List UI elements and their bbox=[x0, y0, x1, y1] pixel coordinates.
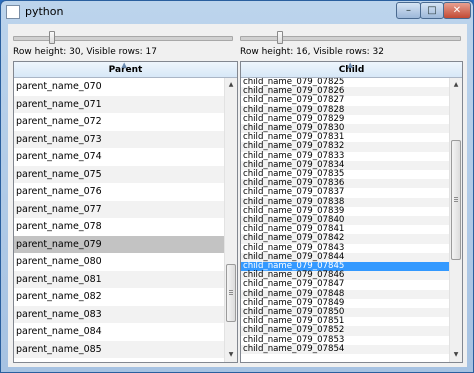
left-info-label: Row height: 30, Visible rows: 17 bbox=[13, 47, 157, 57]
parent-row[interactable]: parent_name_072 bbox=[14, 113, 224, 131]
scroll-down-arrow-icon[interactable]: ▼ bbox=[225, 349, 237, 361]
right-info-label: Row height: 16, Visible rows: 32 bbox=[240, 47, 384, 57]
thumb-grip bbox=[454, 197, 458, 198]
scroll-down-arrow-icon[interactable]: ▼ bbox=[450, 349, 462, 361]
thumb-grip bbox=[229, 294, 233, 295]
parent-column-header[interactable]: ▲ Parent bbox=[14, 62, 237, 78]
parent-row[interactable]: parent_name_081 bbox=[14, 270, 224, 288]
parent-row[interactable]: parent_name_070 bbox=[14, 78, 224, 96]
right-row-height-slider[interactable] bbox=[240, 31, 461, 45]
window-title: python bbox=[25, 5, 64, 18]
scroll-up-arrow-icon[interactable]: ▲ bbox=[450, 79, 462, 91]
child-table[interactable]: ▲ Child child_name_079_07825 child_name_0… bbox=[240, 61, 463, 363]
thumb-grip bbox=[229, 292, 233, 293]
parent-row[interactable]: parent_name_071 bbox=[14, 95, 224, 113]
close-button[interactable]: ✕ bbox=[443, 2, 471, 19]
scroll-thumb[interactable] bbox=[226, 264, 236, 322]
client-area: Row height: 30, Visible rows: 17 Row hei… bbox=[8, 24, 467, 367]
child-rows: child_name_079_07825 child_name_079_07826… bbox=[241, 78, 449, 362]
scroll-up-arrow-icon[interactable]: ▲ bbox=[225, 79, 237, 91]
app-window: python – □ ✕ Row height: 30, Visible row… bbox=[0, 0, 474, 373]
parent-row[interactable]: parent_name_074 bbox=[14, 148, 224, 166]
parent-row[interactable]: parent_name_085 bbox=[14, 340, 224, 358]
slider-track bbox=[240, 36, 461, 41]
thumb-grip bbox=[454, 199, 458, 200]
minimize-button[interactable]: – bbox=[396, 2, 421, 19]
thumb-grip bbox=[454, 201, 458, 202]
child-column-header[interactable]: ▲ Child bbox=[241, 62, 462, 78]
parent-row[interactable]: parent_name_084 bbox=[14, 323, 224, 341]
slider-track bbox=[13, 36, 233, 41]
parent-vertical-scrollbar[interactable]: ▲ ▼ bbox=[224, 78, 237, 362]
slider-thumb[interactable] bbox=[49, 31, 55, 44]
left-row-height-slider[interactable] bbox=[13, 31, 233, 45]
parent-row[interactable]: parent_name_076 bbox=[14, 183, 224, 201]
title-bar[interactable]: python – □ ✕ bbox=[1, 1, 473, 23]
child-row[interactable]: child_name_079_07854 bbox=[241, 344, 449, 354]
parent-rows: parent_name_070 parent_name_071 parent_nam… bbox=[14, 78, 224, 362]
parent-table[interactable]: ▲ Parent parent_name_070 parent_name_071 p… bbox=[13, 61, 238, 363]
parent-row[interactable]: parent_name_077 bbox=[14, 200, 224, 218]
slider-thumb[interactable] bbox=[277, 31, 283, 44]
parent-row[interactable]: parent_name_075 bbox=[14, 165, 224, 183]
scroll-thumb[interactable] bbox=[451, 140, 461, 260]
parent-row[interactable]: parent_name_078 bbox=[14, 218, 224, 236]
parent-row[interactable]: parent_name_079 bbox=[14, 235, 224, 253]
parent-row[interactable]: parent_name_082 bbox=[14, 288, 224, 306]
sort-indicator-icon: ▲ bbox=[347, 61, 353, 69]
parent-row[interactable]: parent_name_080 bbox=[14, 253, 224, 271]
app-icon bbox=[6, 5, 20, 19]
sort-indicator-icon: ▲ bbox=[121, 61, 127, 69]
child-vertical-scrollbar[interactable]: ▲ ▼ bbox=[449, 78, 462, 362]
thumb-grip bbox=[229, 290, 233, 291]
parent-row[interactable]: parent_name_083 bbox=[14, 305, 224, 323]
parent-row[interactable]: parent_name_073 bbox=[14, 130, 224, 148]
maximize-button[interactable]: □ bbox=[420, 2, 444, 19]
